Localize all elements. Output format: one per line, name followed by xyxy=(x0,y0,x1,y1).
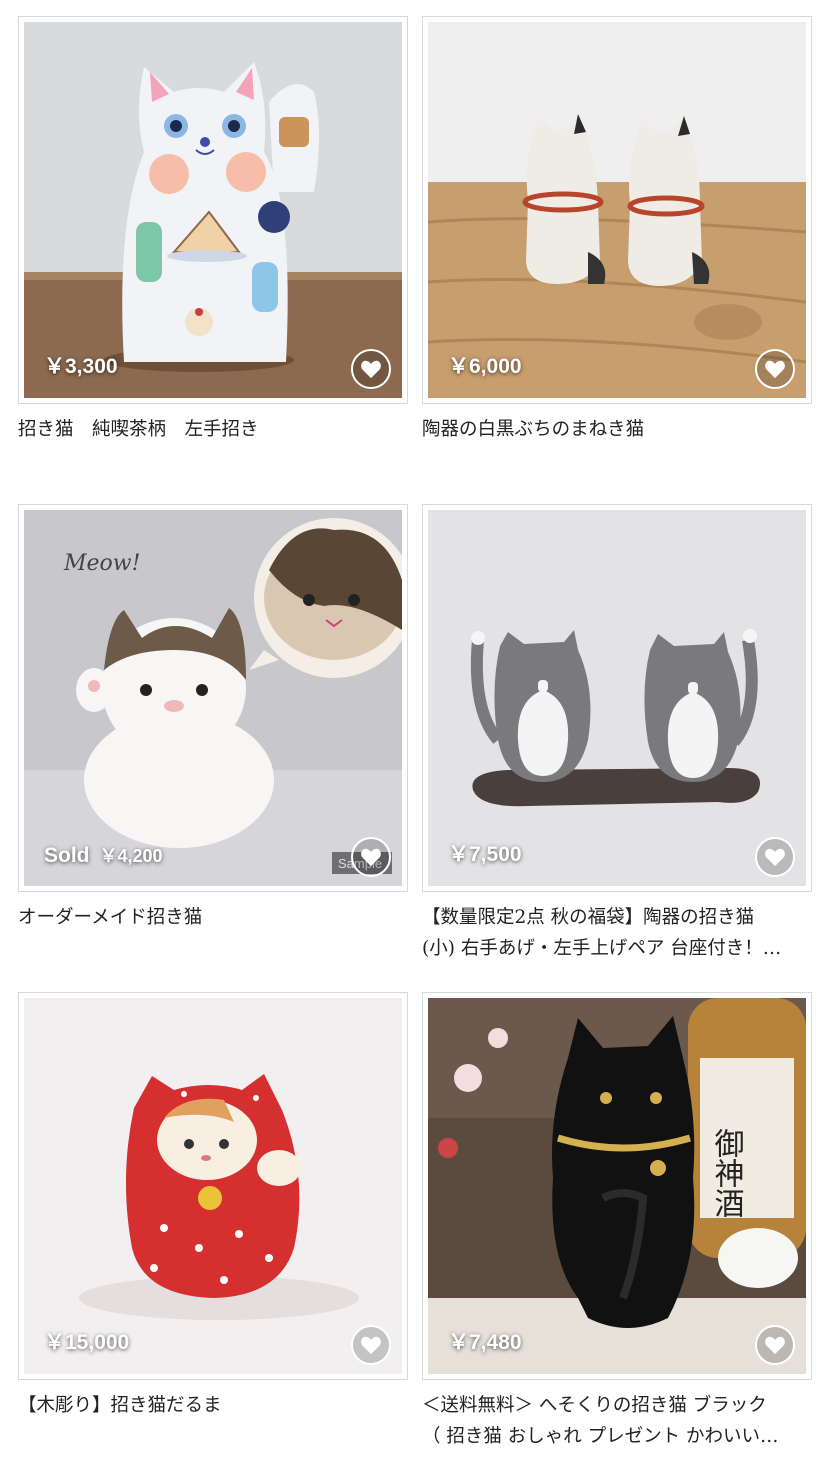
price-overlay: ￥6,000 xyxy=(448,350,522,380)
heart-icon xyxy=(361,360,381,379)
product-photo-black-cat: 御神酒 ￥7,480 xyxy=(428,998,806,1374)
product-title[interactable]: ＜送料無料＞ へそくりの招き猫 ブラック （ 招き猫 おしゃれ プレゼント かわ… xyxy=(422,1390,812,1452)
product-photo-daruma-cat: ￥15,000 xyxy=(24,998,402,1374)
sold-label: Sold xyxy=(44,844,90,867)
product-card-2[interactable]: ￥6,000 陶器の白黒ぶちのまねき猫 xyxy=(422,16,812,445)
product-card-5[interactable]: ￥15,000 【木彫り】招き猫だるま xyxy=(18,992,408,1421)
heart-icon xyxy=(765,360,785,379)
favorite-button[interactable] xyxy=(755,1325,795,1365)
product-title[interactable]: 招き猫 純喫茶柄 左手招き xyxy=(18,414,408,445)
product-title[interactable]: オーダーメイド招き猫 xyxy=(18,902,408,933)
product-photo-cat-pair: ￥7,500 xyxy=(428,510,806,886)
product-card-6[interactable]: 御神酒 ￥7,480 ＜送料無料＞ へそくりの招き猫 ブラック （ 招き猫 おし… xyxy=(422,992,812,1452)
product-photo-lucky-cat-cafe: ￥3,300 xyxy=(24,22,402,398)
product-image-frame[interactable]: Meow! Sample Sold ￥4,200 xyxy=(18,504,408,892)
favorite-button[interactable] xyxy=(351,1325,391,1365)
product-image-frame[interactable]: ￥7,500 xyxy=(422,504,812,892)
favorite-button[interactable] xyxy=(351,837,391,877)
favorite-button[interactable] xyxy=(755,837,795,877)
price-text: ￥7,480 xyxy=(448,1331,522,1354)
heart-icon xyxy=(765,848,785,867)
favorite-button[interactable] xyxy=(351,349,391,389)
favorite-button[interactable] xyxy=(755,349,795,389)
price-overlay: ￥15,000 xyxy=(44,1326,129,1356)
heart-icon xyxy=(361,848,381,867)
heart-icon xyxy=(765,1336,785,1355)
product-title[interactable]: 陶器の白黒ぶちのまねき猫 xyxy=(422,414,812,445)
price-overlay: ￥3,300 xyxy=(44,350,118,380)
price-text: ￥7,500 xyxy=(448,843,522,866)
price-text: ￥3,300 xyxy=(44,355,118,378)
product-card-3[interactable]: Meow! Sample Sold ￥4,200 オーダーメイド招き猫 xyxy=(18,504,408,933)
sake-label-text: 御神酒 xyxy=(709,1128,745,1218)
product-title[interactable]: 【数量限定2点 秋の福袋】陶器の招き猫 (小) 右手あげ・左手上げペア 台座付き… xyxy=(422,902,812,964)
product-photo-ceramic-cats: ￥6,000 xyxy=(428,22,806,398)
heart-icon xyxy=(361,1336,381,1355)
product-image-frame[interactable]: ￥3,300 xyxy=(18,16,408,404)
product-title[interactable]: 【木彫り】招き猫だるま xyxy=(18,1390,408,1421)
product-card-4[interactable]: ￥7,500 【数量限定2点 秋の福袋】陶器の招き猫 (小) 右手あげ・左手上げ… xyxy=(422,504,812,964)
price-overlay: Sold ￥4,200 xyxy=(44,842,163,868)
product-card-1[interactable]: ￥3,300 招き猫 純喫茶柄 左手招き xyxy=(18,16,408,445)
speech-bubble-text: Meow! xyxy=(63,551,140,576)
price-text: ￥4,200 xyxy=(99,846,163,866)
price-overlay: ￥7,480 xyxy=(448,1326,522,1356)
product-image-frame[interactable]: ￥6,000 xyxy=(422,16,812,404)
product-image-frame[interactable]: 御神酒 ￥7,480 xyxy=(422,992,812,1380)
product-photo-felt-cat: Meow! Sample Sold ￥4,200 xyxy=(24,510,402,886)
price-text: ￥15,000 xyxy=(44,1331,130,1354)
price-overlay: ￥7,500 xyxy=(448,838,522,868)
product-image-frame[interactable]: ￥15,000 xyxy=(18,992,408,1380)
price-text: ￥6,000 xyxy=(448,355,522,378)
